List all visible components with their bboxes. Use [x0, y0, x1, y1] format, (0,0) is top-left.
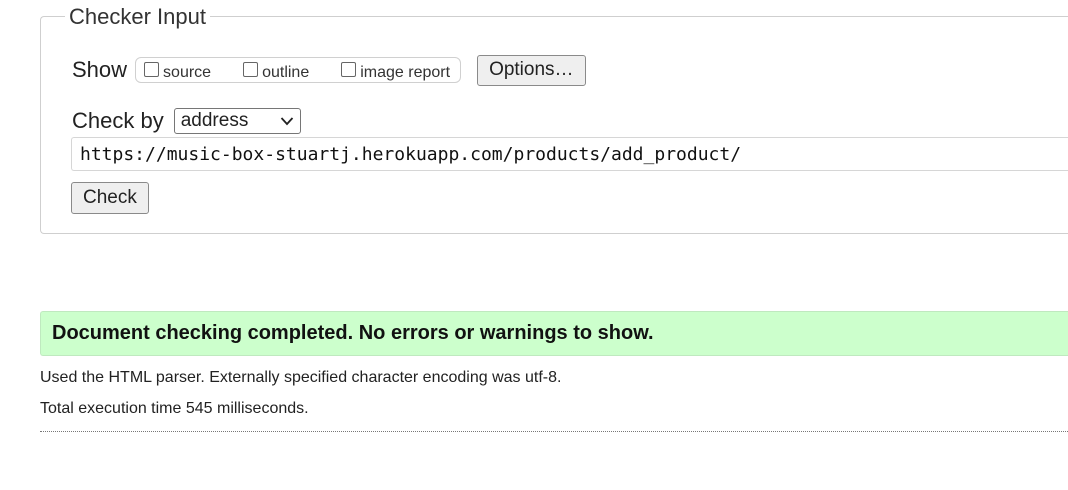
source-checkbox[interactable] — [144, 62, 160, 77]
check-by-select[interactable]: address — [173, 108, 301, 134]
options-button[interactable]: Options… — [477, 54, 586, 86]
success-message: Document checking completed. No errors o… — [40, 311, 1068, 356]
execution-time-text: Total execution time 545 milliseconds. — [40, 400, 309, 417]
url-input[interactable]: https://music-box-stuartj.herokuapp.com/… — [71, 137, 1068, 171]
results-divider — [40, 431, 1068, 432]
check-by-selected-value: address — [180, 110, 249, 131]
show-source-option[interactable]: source — [144, 59, 211, 81]
checker-input-fieldset: Checker Input Show source outline image … — [40, 5, 1068, 234]
outline-checkbox-label: outline — [262, 64, 310, 81]
parser-info-text: Used the HTML parser. Externally specifi… — [40, 369, 562, 386]
check-by-row: Check by address — [72, 107, 301, 135]
checker-input-legend: Checker Input — [65, 5, 210, 29]
image-report-checkbox[interactable] — [341, 62, 357, 77]
chevron-down-icon — [280, 117, 293, 126]
show-options-group: source outline image report — [135, 57, 462, 83]
show-row: Show source outline image report Options… — [72, 54, 586, 86]
image-report-checkbox-label: image report — [360, 64, 451, 81]
check-button[interactable]: Check — [71, 182, 149, 214]
show-image-report-option[interactable]: image report — [341, 59, 450, 81]
show-outline-option[interactable]: outline — [243, 59, 309, 81]
source-checkbox-label: source — [163, 64, 212, 81]
check-by-label: Check by — [72, 108, 164, 133]
show-label: Show — [72, 57, 128, 82]
outline-checkbox[interactable] — [243, 62, 259, 77]
